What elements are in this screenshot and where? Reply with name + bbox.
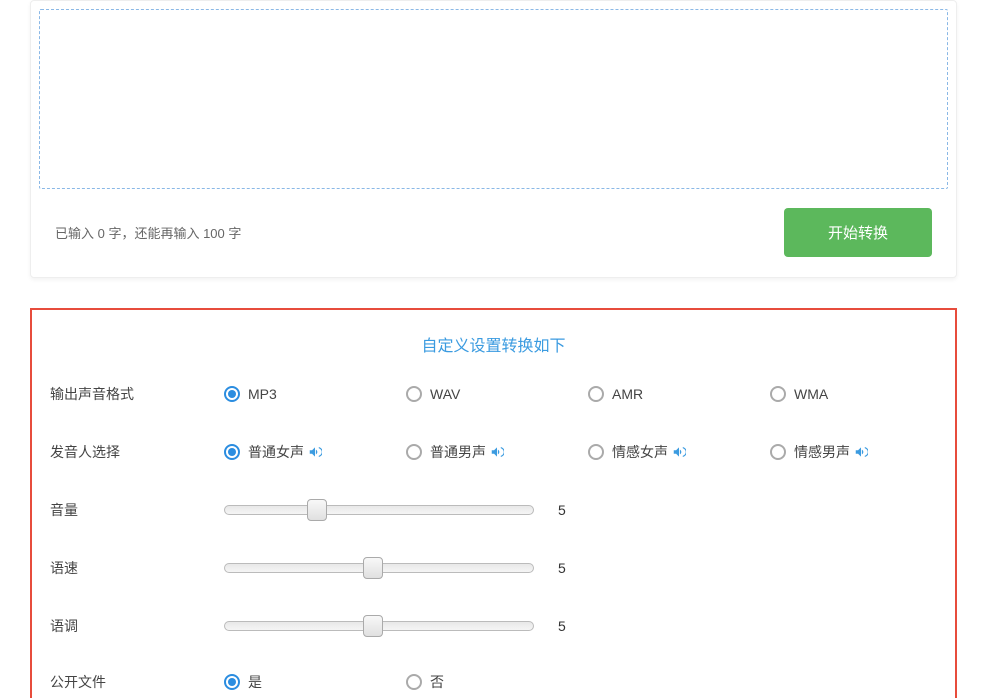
volume-label: 音量 xyxy=(50,500,224,520)
radio-label: WMA xyxy=(794,386,828,402)
speaker-row: 发音人选择 普通女声 普通男声 xyxy=(50,440,937,464)
public-group: 是 否 xyxy=(224,672,937,692)
textarea-wrap xyxy=(31,1,956,192)
public-label: 公开文件 xyxy=(50,672,224,692)
radio-icon xyxy=(770,386,786,402)
output-format-group: MP3 WAV AMR WMA xyxy=(224,386,952,402)
radio-public-no[interactable]: 否 xyxy=(406,672,588,692)
radio-female-normal[interactable]: 普通女声 xyxy=(224,442,406,462)
radio-label: MP3 xyxy=(248,386,277,402)
speaker-label: 发音人选择 xyxy=(50,442,224,462)
radio-label: 普通男声 xyxy=(430,442,486,462)
speed-slider[interactable] xyxy=(224,563,534,573)
volume-slider-thumb[interactable] xyxy=(307,499,327,521)
pitch-slider-wrap: 5 xyxy=(224,618,937,634)
sound-icon[interactable] xyxy=(308,445,322,459)
sound-icon[interactable] xyxy=(854,445,868,459)
volume-value: 5 xyxy=(558,502,566,518)
radio-mp3[interactable]: MP3 xyxy=(224,386,406,402)
pitch-value: 5 xyxy=(558,618,566,634)
sound-icon[interactable] xyxy=(672,445,686,459)
radio-icon xyxy=(588,386,604,402)
speed-row: 语速 5 xyxy=(50,556,937,580)
speed-value: 5 xyxy=(558,560,566,576)
radio-female-emotional[interactable]: 情感女声 xyxy=(588,442,770,462)
radio-wma[interactable]: WMA xyxy=(770,386,952,402)
radio-label: 情感男声 xyxy=(794,442,850,462)
speaker-group: 普通女声 普通男声 情感女声 xyxy=(224,442,952,462)
pitch-slider[interactable] xyxy=(224,621,534,631)
volume-slider[interactable] xyxy=(224,505,534,515)
radio-icon xyxy=(406,444,422,460)
speed-label: 语速 xyxy=(50,558,224,578)
speed-slider-thumb[interactable] xyxy=(363,557,383,579)
output-format-label: 输出声音格式 xyxy=(50,384,224,404)
volume-row: 音量 5 xyxy=(50,498,937,522)
pitch-row: 语调 5 xyxy=(50,614,937,638)
output-format-row: 输出声音格式 MP3 WAV AMR WMA xyxy=(50,382,937,406)
status-row: 已输入 0 字，还能再输入 100 字 开始转换 xyxy=(31,192,956,277)
radio-amr[interactable]: AMR xyxy=(588,386,770,402)
radio-label: 普通女声 xyxy=(248,442,304,462)
radio-icon xyxy=(588,444,604,460)
radio-label: 否 xyxy=(430,672,444,692)
radio-icon xyxy=(406,674,422,690)
radio-icon xyxy=(406,386,422,402)
pitch-slider-thumb[interactable] xyxy=(363,615,383,637)
convert-button[interactable]: 开始转换 xyxy=(784,208,932,257)
radio-male-emotional[interactable]: 情感男声 xyxy=(770,442,952,462)
settings-panel: 自定义设置转换如下 输出声音格式 MP3 WAV AMR W xyxy=(30,308,957,698)
radio-wav[interactable]: WAV xyxy=(406,386,588,402)
sound-icon[interactable] xyxy=(490,445,504,459)
radio-label: 情感女声 xyxy=(612,442,668,462)
volume-slider-wrap: 5 xyxy=(224,502,937,518)
radio-label: 是 xyxy=(248,672,262,692)
radio-public-yes[interactable]: 是 xyxy=(224,672,406,692)
radio-label: WAV xyxy=(430,386,460,402)
radio-icon xyxy=(770,444,786,460)
input-card: 已输入 0 字，还能再输入 100 字 开始转换 xyxy=(30,0,957,278)
radio-icon xyxy=(224,444,240,460)
settings-title: 自定义设置转换如下 xyxy=(32,310,955,382)
speed-slider-wrap: 5 xyxy=(224,560,937,576)
public-row: 公开文件 是 否 xyxy=(50,672,937,698)
radio-male-normal[interactable]: 普通男声 xyxy=(406,442,588,462)
char-count-text: 已输入 0 字，还能再输入 100 字 xyxy=(55,223,241,242)
radio-label: AMR xyxy=(612,386,643,402)
radio-icon xyxy=(224,386,240,402)
pitch-label: 语调 xyxy=(50,616,224,636)
radio-icon xyxy=(224,674,240,690)
text-input[interactable] xyxy=(39,9,948,189)
